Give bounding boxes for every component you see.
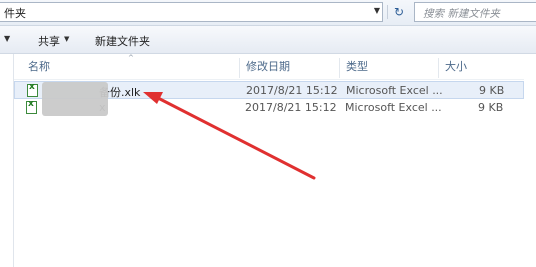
arrow-head	[143, 92, 163, 104]
explorer-window: 件夹 ▼ ↻ 搜索 新建文件夹 ▼ 共享 ▼ 新建文件夹 ^ 名称 修改日期 类…	[0, 0, 536, 267]
annotation-arrow	[143, 92, 316, 180]
arrow-shaft	[156, 96, 316, 180]
